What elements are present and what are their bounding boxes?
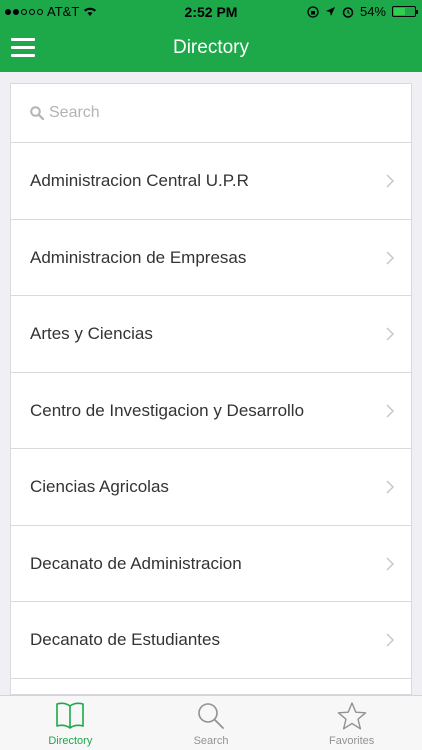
book-icon [56,702,85,729]
list-item[interactable]: Decanato de Estudiantes [11,602,411,679]
chevron-right-icon [386,250,395,265]
chevron-right-icon [386,403,395,418]
rotation-lock-icon [307,5,319,18]
chevron-right-icon [386,480,395,494]
list-item[interactable]: Centro de Investigacion y Desarrollo [11,373,411,449]
tab-label-directory: Directory [48,735,93,747]
search-bar [11,84,411,143]
search-icon [30,106,44,120]
tab-bar: Directory Search Favorites [0,695,422,750]
list-item[interactable]: Decanato de Administracion [11,526,411,602]
directory-panel: Administracion Central U.P.R Administraci… [10,83,412,695]
list-item[interactable] [11,679,411,695]
page-title: Directory [172,37,249,58]
directory-list: Administracion Central U.P.R Administraci… [11,143,411,695]
list-item-label: Administracion Central U.P.R [30,171,249,190]
search-input[interactable] [49,98,389,128]
chevron-right-icon [386,327,395,341]
status-bar: AT&T 2:52 PM 54% [0,0,422,24]
tab-directory[interactable]: Directory [0,696,141,750]
battery-fill [394,8,405,15]
list-item[interactable]: Artes y Ciencias [11,296,411,373]
battery-icon [392,6,418,17]
list-item[interactable]: Ciencias Agricolas [11,449,411,526]
location-icon [325,7,335,16]
star-icon [337,702,366,730]
list-item-label: Centro de Investigacion y Desarrollo [30,400,305,420]
tab-label-favorites: Favorites [329,735,375,747]
tab-favorites[interactable]: Favorites [281,696,422,750]
list-item[interactable]: Administracion Central U.P.R [11,143,411,220]
list-item-label: Ciencias Agricolas [30,477,169,496]
chevron-right-icon [386,174,395,188]
status-right: 54% [307,4,418,19]
list-item[interactable]: Administracion de Empresas [11,220,411,296]
battery-percent: 54% [359,4,386,19]
chevron-right-icon [386,556,395,571]
alarm-icon [342,6,354,18]
chevron-right-icon [386,633,395,647]
list-item-label: Artes y Ciencias [30,324,153,343]
search-icon [198,703,224,729]
list-item-label: Decanato de Estudiantes [30,630,220,649]
nav-bar: Directory [0,24,422,72]
list-item-label: Administracion de Empresas [30,247,247,267]
tab-search[interactable]: Search [141,696,282,750]
list-item-label: Decanato de Administracion [30,553,242,573]
tab-label-search: Search [193,735,229,747]
